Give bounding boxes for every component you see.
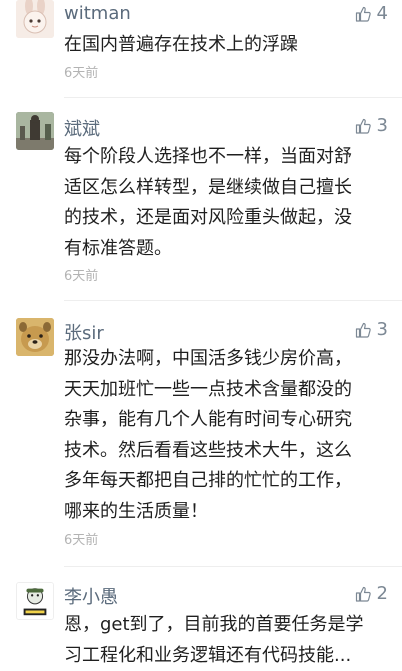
- divider: [64, 97, 402, 98]
- comment-author[interactable]: 张sir: [64, 319, 104, 345]
- comment-line: 的技术，还是面对风险重头做起，没: [64, 203, 394, 234]
- comment-text: 每个阶段人选择也不一样，当面对舒 适区怎么样转型，是继续做自己擅长 的技术，还是…: [64, 142, 394, 264]
- avatar[interactable]: [16, 112, 54, 150]
- like-count: 3: [377, 319, 388, 340]
- comment-text: 那没办法啊，中国活多钱少房价高， 天天加班忙一些一点技术含量都没的 杂事，能有几…: [64, 344, 394, 527]
- comment-text: 在国内普遍存在技术上的浮躁: [64, 30, 394, 61]
- comment-item: 李小愚 2 恩，get到了，目前我的首要任务是学 习工程化和业务逻辑还有代码技能…: [0, 580, 402, 649]
- like-button[interactable]: 3: [355, 319, 388, 340]
- comment-line: 哪来的生活质量！: [64, 497, 394, 528]
- comment-line: 每个阶段人选择也不一样，当面对舒: [64, 142, 394, 173]
- thumbs-up-icon: [355, 118, 371, 134]
- comment-author[interactable]: 李小愚: [64, 583, 118, 609]
- comment-line: 杂事，能有几个人能有时间专心研究: [64, 405, 394, 436]
- thumbs-up-icon: [355, 6, 371, 22]
- comment-line: 多年每天都把自己排的忙忙的工作，: [64, 466, 394, 497]
- comment-text: 恩，get到了，目前我的首要任务是学 习工程化和业务逻辑还有代码技能...: [64, 610, 394, 671]
- comment-time: 6天前: [64, 529, 98, 548]
- comment-time: 6天前: [64, 62, 98, 81]
- avatar[interactable]: [16, 318, 54, 356]
- like-count: 4: [377, 3, 388, 24]
- thumbs-up-icon: [355, 322, 371, 338]
- like-count: 2: [377, 583, 388, 604]
- statue-photo-avatar-icon: [16, 112, 54, 150]
- comment-line: 恩，get到了，目前我的首要任务是学: [64, 610, 394, 641]
- cartoon-sticker-avatar-icon: [17, 583, 53, 619]
- like-button[interactable]: 2: [355, 583, 388, 604]
- comment-item: witman 4 在国内普遍存在技术上的浮躁 6天前: [0, 0, 402, 100]
- comment-line: 那没办法啊，中国活多钱少房价高，: [64, 344, 394, 375]
- like-button[interactable]: 4: [355, 3, 388, 24]
- comment-line: 习工程化和业务逻辑还有代码技能...: [64, 641, 394, 671]
- comment-line: 适区怎么样转型，是继续做自己擅长: [64, 173, 394, 204]
- divider: [64, 566, 402, 567]
- avatar[interactable]: [16, 0, 54, 38]
- comment-author[interactable]: 斌斌: [64, 115, 100, 141]
- thumbs-up-icon: [355, 586, 371, 602]
- comment-item: 张sir 3 那没办法啊，中国活多钱少房价高， 天天加班忙一些一点技术含量都没的…: [0, 314, 402, 569]
- comment-line: 天天加班忙一些一点技术含量都没的: [64, 375, 394, 406]
- comment-time: 6天前: [64, 265, 98, 284]
- comment-line: 有标准答题。: [64, 234, 394, 265]
- comment-item: 斌斌 3 每个阶段人选择也不一样，当面对舒 适区怎么样转型，是继续做自己擅长 的…: [0, 110, 402, 300]
- dog-face-avatar-icon: [16, 318, 54, 356]
- comment-line: 在国内普遍存在技术上的浮躁: [64, 30, 394, 61]
- divider: [64, 300, 402, 301]
- comment-line: 技术。然后看看这些技术大牛，这么: [64, 436, 394, 467]
- like-count: 3: [377, 115, 388, 136]
- avatar[interactable]: [16, 582, 54, 620]
- cartoon-rabbit-avatar-icon: [16, 0, 54, 38]
- like-button[interactable]: 3: [355, 115, 388, 136]
- comment-author[interactable]: witman: [64, 3, 131, 24]
